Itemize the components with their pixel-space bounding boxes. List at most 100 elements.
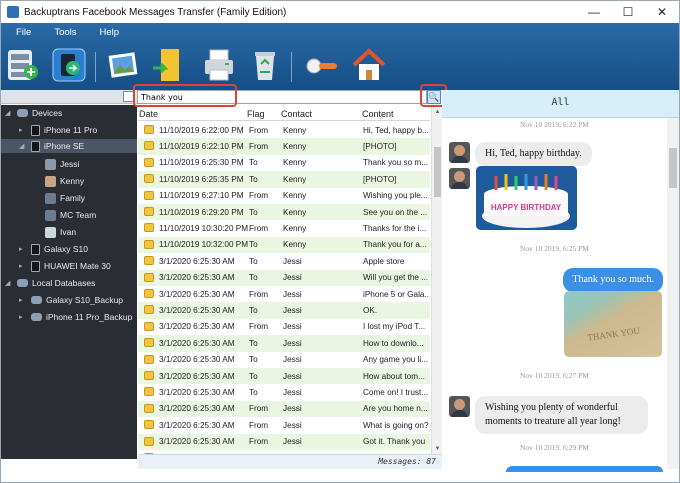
chevron-down-icon: ◢ (19, 143, 25, 150)
chat-panel: Nov 10 2019, 6:22 PM Hi, Ted, happy birt… (442, 118, 679, 469)
table-row[interactable]: 3/1/2020 6:25:30 AM To Jessi Come on! I tru… (138, 384, 430, 400)
table-row[interactable]: 3/1/2020 6:25:30 AM From Jessi Got it. Than… (138, 433, 430, 450)
tree-item-ivan[interactable]: Ivan (45, 225, 76, 239)
tree-item-galaxy-s10-backup[interactable]: ▸ Galaxy S10_Backup (19, 293, 123, 307)
cell-date: 3/1/2020 6:25:30 AM (159, 371, 235, 381)
tree-item-iphone-se[interactable]: ◢ iPhone SE (1, 139, 137, 153)
chat-timestamp: Nov 10 2019, 6:22 PM (520, 120, 589, 129)
table-row[interactable]: 3/1/2020 6:25:30 AM From Jessi Are you home… (138, 400, 430, 418)
birthday-photo[interactable]: HAPPY BIRTHDAY (476, 166, 577, 230)
scroll-thumb[interactable] (434, 147, 441, 197)
table-row[interactable]: 3/1/2020 6:25:30 AM To Jessi How about tom.… (138, 368, 430, 385)
table-row[interactable]: 3/1/2020 6:25:30 AM To Jessi Any game you l… (138, 352, 430, 368)
tree-item-label: Galaxy S10_Backup (46, 295, 124, 305)
chat-scroll-thumb[interactable] (669, 148, 677, 188)
tree-local-databases[interactable]: ◢ Local Databases (5, 276, 95, 290)
cell-date: 3/1/2020 6:25:30 AM (159, 404, 235, 414)
table-row[interactable]: 3/1/2020 6:25:30 AM To Jessi Will you get t… (138, 269, 430, 286)
tree-item-family[interactable]: Family (45, 191, 85, 205)
cell-contact: Jessi (283, 273, 302, 283)
home-icon[interactable] (351, 46, 387, 84)
table-row[interactable]: 11/10/2019 6:22:10 PM From Kenny [PHOTO] (138, 138, 430, 155)
column-flag[interactable]: Flag (247, 109, 265, 119)
tree-devices[interactable]: ◢ Devices (5, 106, 62, 120)
cell-flag: From (249, 191, 269, 201)
cell-contact: Jessi (283, 437, 302, 447)
cell-contact: Kenny (283, 240, 307, 250)
cell-contact: Kenny (283, 142, 307, 152)
print-icon[interactable] (201, 46, 237, 84)
chevron-down-icon: ◢ (5, 110, 11, 117)
menu-tools[interactable]: Tools (39, 27, 84, 43)
table-row[interactable]: 3/1/2020 6:25:30 AM To Jessi OK. (138, 302, 430, 319)
top-band: File Tools Help (1, 23, 679, 90)
cell-date: 3/1/2020 6:25:30 AM (159, 289, 235, 299)
table-row[interactable]: 3/1/2020 6:25:30 AM From Jessi iPhone 5 or … (138, 286, 430, 302)
window-title: Backuptrans Facebook Messages Transfer (… (24, 6, 287, 18)
database-icon (17, 279, 28, 287)
message-icon (144, 239, 154, 249)
contact-avatar-icon (45, 226, 56, 238)
table-row[interactable]: 11/10/2019 6:29:20 PM To Kenny See you on t… (138, 204, 430, 221)
cell-content: Wishing you ple... (363, 191, 428, 201)
devices-icon (17, 109, 28, 117)
transfer-phone-icon[interactable] (51, 46, 87, 84)
tree-item-jessi[interactable]: Jessi (45, 157, 79, 171)
tree-item-label: Jessi (60, 159, 80, 169)
maximize-icon[interactable]: ☐ (611, 1, 645, 23)
tree-item-kenny[interactable]: Kenny (45, 174, 84, 188)
cell-content: Thanks for the i... (363, 224, 427, 234)
beach-text: THANK YOU (587, 325, 641, 342)
tree-item-label: MC Team (60, 210, 97, 220)
cell-flag: To (249, 355, 258, 365)
chat-message-line: moments to treature all year long! (485, 416, 621, 427)
menu-file[interactable]: File (1, 27, 39, 43)
app-logo-icon (7, 6, 19, 18)
table-row[interactable]: 11/10/2019 6:25:35 PM To Kenny [PHOTO] (138, 171, 430, 188)
close-icon[interactable]: ✕ (645, 1, 679, 23)
cell-date: 3/1/2020 6:25:30 AM (159, 273, 235, 283)
thank-you-photo[interactable]: THANK YOU (564, 291, 662, 357)
cell-flag: To (249, 256, 258, 266)
chevron-right-icon: ▸ (19, 246, 23, 253)
chat-scrollbar[interactable] (667, 118, 679, 469)
message-icon (144, 207, 154, 216)
column-contact[interactable]: Contact (281, 109, 312, 119)
database-backup-icon[interactable] (5, 46, 41, 84)
table-row[interactable]: 3/1/2020 6:25:30 AM To Jessi How to downlo.… (138, 335, 430, 352)
table-row[interactable]: 11/10/2019 10:30:20 PM From Kenny Thanks fo… (138, 220, 430, 236)
column-content[interactable]: Content (362, 109, 394, 119)
tree-item-huawei-mate-30[interactable]: ▸ HUAWEI Mate 30 (19, 259, 111, 273)
contact-avatar (449, 396, 470, 417)
cell-content: Are you home n... (363, 404, 428, 414)
cell-content: Thank you so m... (363, 158, 429, 168)
minimize-icon[interactable]: — (577, 1, 611, 23)
tree-item-iphone-11-pro[interactable]: ▸ iPhone 11 Pro (19, 123, 97, 137)
message-icon (144, 354, 154, 364)
table-row[interactable]: 11/10/2019 6:22:00 PM From Kenny Hi, Ted, h… (138, 122, 430, 138)
cell-flag: From (249, 437, 269, 447)
table-row[interactable]: 11/10/2019 6:25:30 PM To Kenny Thank you so… (138, 155, 430, 171)
table-row[interactable]: 11/10/2019 10:32:00 PM To Kenny Thank you f… (138, 236, 430, 254)
title-bar: Backuptrans Facebook Messages Transfer (… (1, 1, 679, 23)
chat-message-out-partial (506, 466, 663, 472)
tree-item-mc-team[interactable]: MC Team (45, 208, 96, 222)
cell-content: OK. (363, 306, 378, 316)
message-list-scrollbar[interactable]: ▲ ▼ (431, 107, 442, 454)
photo-export-icon[interactable] (106, 46, 142, 84)
tree-item-iphone-11-pro-backup[interactable]: ▸ iPhone 11 Pro_Backup (19, 310, 132, 324)
column-date[interactable]: Date (139, 109, 158, 119)
tree-item-galaxy-s10[interactable]: ▸ Galaxy S10 (19, 242, 88, 256)
table-row[interactable]: 3/1/2020 6:25:30 AM From Jessi I lost my iP… (138, 319, 430, 335)
menu-help[interactable]: Help (85, 27, 128, 43)
cell-date: 3/1/2020 6:25:30 AM (159, 338, 235, 348)
document-export-icon[interactable] (151, 46, 187, 84)
message-list-header: Date Flag Contact Content (138, 107, 430, 121)
cell-flag: To (249, 388, 258, 398)
table-row[interactable]: 11/10/2019 6:27:10 PM From Kenny Wishing yo… (138, 188, 430, 204)
key-register-icon[interactable] (303, 46, 339, 84)
table-row[interactable]: 3/1/2020 6:25:30 AM From Jessi What is goin… (138, 417, 430, 433)
recycle-bin-icon[interactable] (247, 46, 283, 84)
message-icon (144, 436, 154, 446)
table-row[interactable]: 3/1/2020 6:25:30 AM To Jessi Apple store (138, 253, 430, 269)
